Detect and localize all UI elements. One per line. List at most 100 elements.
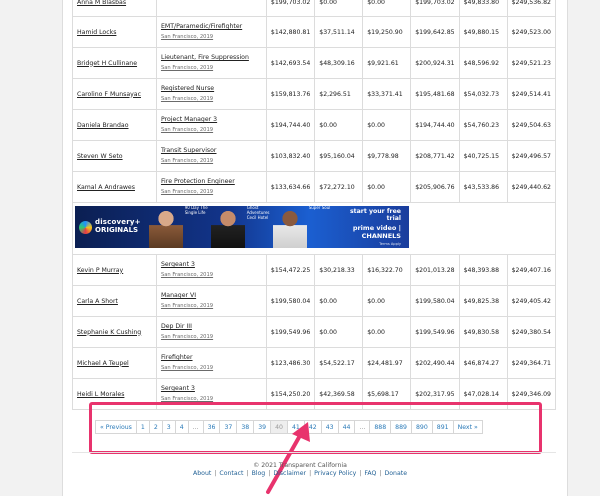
ad-sub-text: ORIGINALS: [95, 226, 139, 234]
overtime-pay-cell: $0.00: [314, 285, 364, 317]
benefits-pay-cell: $48,596.92: [458, 47, 508, 79]
job-cell: Transit Supervisor San Francisco, 2019: [155, 140, 267, 172]
agency-year-link[interactable]: San Francisco, 2019: [161, 96, 262, 104]
job-title-link[interactable]: Sergeant 3: [161, 385, 195, 392]
benefits-pay-cell: $49,825.38: [458, 285, 508, 317]
agency-year-link[interactable]: San Francisco, 2019: [161, 334, 262, 342]
overtime-pay-cell: $72,272.10: [314, 171, 364, 203]
discovery-plus-ad-banner[interactable]: discovery+ ORIGINALS 90 Day The Single L…: [75, 206, 409, 248]
employee-name-link[interactable]: Hamid Locks: [77, 29, 116, 36]
agency-year-link[interactable]: San Francisco, 2019: [161, 34, 262, 42]
overtime-pay-cell: $37,511.14: [314, 16, 364, 48]
ad-cta-text[interactable]: start your free trial: [335, 208, 401, 222]
base-pay-cell: $159,813.76: [265, 78, 316, 110]
base-pay-cell: $194,744.40: [265, 109, 316, 141]
table-row: Hamid Locks EMT/Paramedic/Firefighter San …: [72, 16, 557, 48]
agency-year-link[interactable]: San Francisco, 2019: [161, 365, 262, 373]
total-pay-cell: $194,744.40: [410, 109, 460, 141]
benefits-pay-cell: $49,880.15: [458, 16, 508, 48]
footer-link[interactable]: Donate: [385, 470, 408, 477]
grand-pay-cell: $249,380.54: [506, 316, 557, 348]
employee-name-link[interactable]: Kamal A Andrawes: [77, 184, 135, 191]
agency-year-link[interactable]: San Francisco, 2019: [161, 65, 262, 73]
agency-year-link[interactable]: San Francisco, 2019: [161, 189, 262, 197]
name-cell: Michael A Teupel: [72, 347, 157, 379]
benefits-pay-cell: $43,533.86: [458, 171, 508, 203]
total-pay-cell: $195,481.68: [410, 78, 460, 110]
ad-person-image: [272, 206, 307, 248]
employee-name-link[interactable]: Carla A Short: [77, 298, 118, 305]
job-title-link[interactable]: Dep Dir III: [161, 323, 192, 330]
name-cell: Kamal A Andrawes: [72, 171, 157, 203]
other-pay-cell: $0.00: [362, 316, 412, 348]
total-pay-cell: $202,490.44: [410, 347, 460, 379]
job-title-link[interactable]: Sergeant 3: [161, 261, 195, 268]
name-cell: Hamid Locks: [72, 16, 157, 48]
benefits-pay-cell: $54,760.23: [458, 109, 508, 141]
base-pay-cell: $133,634.66: [265, 171, 316, 203]
grand-pay-cell: $249,440.62: [506, 171, 557, 203]
job-title-link[interactable]: Transit Supervisor: [161, 147, 217, 154]
ad-person-image: [148, 206, 183, 248]
agency-year-link[interactable]: San Francisco, 2019: [161, 303, 262, 311]
salary-table: Anna M Blasbas $199,703.02 $0.00 $0.00 $199,…: [72, 0, 557, 410]
ad-cta[interactable]: start your free trial prime video | CHAN…: [335, 208, 409, 246]
job-title-link[interactable]: Lieutenant, Fire Suppression: [161, 54, 249, 61]
grand-pay-cell: $249,496.57: [506, 140, 557, 172]
job-title-link[interactable]: Project Manager 3: [161, 116, 217, 123]
benefits-pay-cell: $54,032.73: [458, 78, 508, 110]
footer-link[interactable]: Contact: [219, 470, 243, 477]
base-pay-cell: $142,880.81: [265, 16, 316, 48]
grand-pay-cell: $249,405.42: [506, 285, 557, 317]
base-pay-cell: $142,693.54: [265, 47, 316, 79]
total-pay-cell: $199,703.02: [410, 0, 460, 17]
job-title-link[interactable]: Manager VI: [161, 292, 196, 299]
table-row: Anna M Blasbas $199,703.02 $0.00 $0.00 $199,…: [72, 0, 557, 17]
grand-pay-cell: $249,521.23: [506, 47, 557, 79]
job-title-link[interactable]: Fire Protection Engineer: [161, 178, 235, 185]
total-pay-cell: $199,580.04: [410, 285, 460, 317]
employee-name-link[interactable]: Carolino F Munsayac: [77, 91, 141, 98]
footer-link[interactable]: Blog: [252, 470, 266, 477]
employee-name-link[interactable]: Michael A Teupel: [77, 360, 129, 367]
job-cell: [155, 0, 267, 17]
name-cell: Steven W Seto: [72, 140, 157, 172]
ad-show-title: 90 Day The Single Life: [184, 206, 208, 215]
total-pay-cell: $199,642.85: [410, 16, 460, 48]
job-title-link[interactable]: Firefighter: [161, 354, 193, 361]
job-cell: Dep Dir III San Francisco, 2019: [155, 316, 267, 348]
employee-name-link[interactable]: Kevin P Murray: [77, 267, 123, 274]
footer-separator: |: [379, 470, 382, 477]
table-row: Kevin P Murray Sergeant 3 San Francisco, 2…: [72, 254, 557, 286]
name-cell: Carla A Short: [72, 285, 157, 317]
other-pay-cell: $24,481.97: [362, 347, 412, 379]
table-row: Carla A Short Manager VI San Francisco, 20…: [72, 285, 557, 317]
agency-year-link[interactable]: San Francisco, 2019: [161, 158, 262, 166]
footer-link[interactable]: About: [193, 470, 211, 477]
overtime-pay-cell: $2,296.51: [314, 78, 364, 110]
employee-name-link[interactable]: Daniela Brandao: [77, 122, 129, 129]
ad-prime-video-text: prime video | CHANNELS: [352, 224, 401, 240]
agency-year-link[interactable]: San Francisco, 2019: [161, 127, 262, 135]
benefits-pay-cell: $46,874.27: [458, 347, 508, 379]
overtime-pay-cell: $0.00: [314, 109, 364, 141]
employee-name-link[interactable]: Heidi L Morales: [77, 391, 124, 398]
agency-year-link[interactable]: San Francisco, 2019: [161, 272, 262, 280]
footer-link[interactable]: FAQ: [364, 470, 376, 477]
other-pay-cell: $16,322.70: [362, 254, 412, 286]
job-title-link[interactable]: Registered Nurse: [161, 85, 214, 92]
job-cell: Fire Protection Engineer San Francisco, 2…: [155, 171, 267, 203]
base-pay-cell: $123,486.30: [265, 347, 316, 379]
other-pay-cell: $19,250.90: [362, 16, 412, 48]
table-row: Michael A Teupel Firefighter San Francisco…: [72, 347, 557, 379]
footer-link[interactable]: Disclaimer: [273, 470, 306, 477]
job-title-link[interactable]: EMT/Paramedic/Firefighter: [161, 23, 242, 30]
job-cell: EMT/Paramedic/Firefighter San Francisco, …: [155, 16, 267, 48]
employee-name-link[interactable]: Anna M Blasbas: [77, 0, 126, 6]
footer-link[interactable]: Privacy Policy: [314, 470, 356, 477]
discovery-plus-logo: discovery+ ORIGINALS: [75, 218, 141, 235]
employee-name-link[interactable]: Steven W Seto: [77, 153, 123, 160]
employee-name-link[interactable]: Bridget H Cullinane: [77, 60, 137, 67]
footer-separator: |: [268, 470, 271, 477]
employee-name-link[interactable]: Stephanie K Cushing: [77, 329, 141, 336]
